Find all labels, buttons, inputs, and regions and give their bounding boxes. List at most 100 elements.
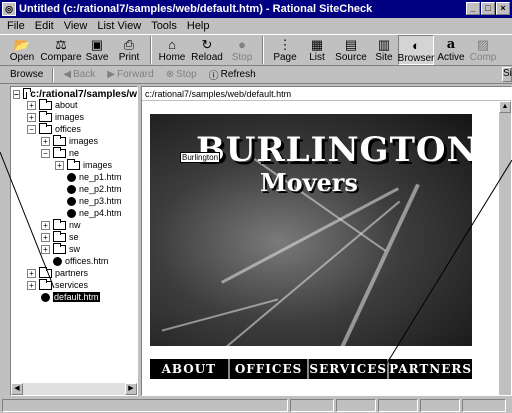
site-button[interactable]: ▥ Site (370, 35, 398, 65)
active-button[interactable]: a Active (434, 35, 468, 65)
tree-item-se[interactable]: + se (41, 230, 79, 243)
home-label: Home (158, 52, 186, 63)
stop-button[interactable]: ● Stop (226, 35, 258, 65)
tree-item-default-htm[interactable]: default.htm (41, 291, 100, 303)
page-label: Page (273, 52, 297, 63)
source-button[interactable]: ▤ Source (332, 35, 370, 65)
tree-item-offices-htm[interactable]: offices.htm (53, 255, 108, 267)
tree-label: ne_p2.htm (79, 184, 122, 194)
reload-label: Reload (191, 52, 223, 63)
reload-button[interactable]: ↻ Reload (188, 35, 226, 65)
tree-item-ne-p3[interactable]: ne_p3.htm (67, 195, 122, 207)
scroll-track[interactable] (23, 383, 125, 395)
tree-item-partners[interactable]: + partners (27, 266, 88, 279)
comp-button[interactable]: ▨ Comp (468, 35, 498, 65)
stop-icon: ⊗ (165, 69, 175, 80)
site-toolbar-cut[interactable]: Sit (502, 67, 512, 82)
folder-icon (53, 242, 66, 254)
scroll-right-icon[interactable]: ▶ (125, 383, 137, 395)
menu-edit[interactable]: Edit (30, 20, 59, 32)
collapse-icon[interactable]: − (27, 124, 36, 134)
site-tree-pane[interactable]: − c:/rational7/samples/w + about + images … (10, 86, 138, 396)
open-button[interactable]: 📂 Open (4, 35, 40, 65)
nav-about-link[interactable]: ABOUT (150, 359, 230, 379)
back-button[interactable]: ◀ Back (57, 69, 101, 80)
source-icon: ▤ (344, 37, 358, 52)
scroll-up-icon[interactable]: ▲ (499, 101, 511, 113)
tree-item-images[interactable]: + images (27, 110, 84, 123)
expand-icon[interactable]: + (41, 220, 50, 230)
menu-view[interactable]: View (59, 20, 93, 32)
collapse-icon[interactable]: − (13, 89, 20, 99)
expand-icon[interactable]: + (27, 268, 36, 278)
tree-item-ne[interactable]: − ne (41, 146, 79, 159)
tree-item-ne-p1[interactable]: ne_p1.htm (67, 171, 122, 183)
expand-icon[interactable]: + (27, 100, 36, 110)
status-cell (462, 399, 506, 412)
alt-text-tooltip: Burlington (180, 152, 221, 163)
tree-label: services (55, 280, 89, 290)
maximize-button[interactable]: □ (481, 2, 495, 15)
page-button[interactable]: ⋮ Page (268, 35, 302, 65)
page-icon (67, 184, 76, 194)
folder-icon (39, 98, 52, 110)
status-cell-main (2, 399, 288, 412)
compare-button[interactable]: ⚖ Compare (40, 35, 82, 65)
forward-button[interactable]: ▶ Forward (101, 69, 159, 80)
browse-stop-label: Stop (176, 69, 197, 80)
browser-button[interactable]: ◐ Browser (398, 35, 434, 65)
browser-pane[interactable]: c:/rational7/samples/web/default.htm BUR… (141, 86, 512, 396)
print-button[interactable]: ⎙ Print (112, 35, 146, 65)
folder-open-icon (22, 87, 31, 99)
status-cell (420, 399, 460, 412)
expand-icon[interactable]: + (41, 136, 50, 146)
tree-item-sw[interactable]: + sw (41, 242, 80, 255)
expand-icon[interactable]: + (27, 280, 36, 290)
folder-open-icon: 📂 (13, 37, 31, 52)
tree-item-offices[interactable]: − offices (27, 122, 81, 135)
menu-list-view[interactable]: List View (92, 20, 146, 32)
save-button[interactable]: ▣ Save (82, 35, 112, 65)
scroll-left-icon[interactable]: ◀ (11, 383, 23, 395)
print-label: Print (118, 52, 140, 63)
nav-services-link[interactable]: SERVICES (309, 359, 390, 379)
tree-item-ne-images[interactable]: + images (55, 158, 112, 171)
status-cell (378, 399, 418, 412)
refresh-button[interactable]: ⓘ Refresh (203, 67, 262, 82)
browse-stop-button[interactable]: ⊗ Stop (160, 69, 203, 80)
tree-label: offices (55, 124, 81, 134)
browse-separator (52, 67, 55, 82)
expand-icon[interactable]: + (55, 160, 64, 170)
menu-tools[interactable]: Tools (146, 20, 182, 32)
browser-vertical-scrollbar[interactable]: ▲ (499, 101, 511, 395)
menu-help[interactable]: Help (182, 20, 215, 32)
close-button[interactable]: × (496, 2, 510, 15)
minimize-button[interactable]: _ (466, 2, 480, 15)
folder-icon (53, 134, 66, 146)
collapse-icon[interactable]: − (41, 148, 50, 158)
expand-icon[interactable]: + (41, 244, 50, 254)
page-icon (53, 256, 62, 266)
list-button[interactable]: ▦ List (302, 35, 332, 65)
page-icon (67, 208, 76, 218)
expand-icon[interactable]: + (41, 232, 50, 242)
menu-file[interactable]: File (2, 20, 30, 32)
home-button[interactable]: ⌂ Home (156, 35, 188, 65)
tree-item-ne-p4[interactable]: ne_p4.htm (67, 207, 122, 219)
nav-offices-link[interactable]: OFFICES (230, 359, 310, 379)
tree-horizontal-scrollbar[interactable]: ◀ ▶ (11, 383, 137, 395)
list-icon: ▦ (310, 37, 324, 52)
expand-icon[interactable]: + (27, 112, 36, 122)
folder-icon (53, 230, 66, 242)
tree-item-nw[interactable]: + nw (41, 218, 81, 231)
toolbar-separator (150, 36, 152, 64)
page-icon (67, 196, 76, 206)
nav-partners-link[interactable]: PARTNERS (389, 359, 472, 379)
tree-item-offices-images[interactable]: + images (41, 134, 99, 147)
window-title: Untitled (c:/rational7/samples/web/defau… (19, 3, 373, 15)
tree-item-services[interactable]: + services (27, 278, 89, 291)
active-label: Active (437, 52, 465, 63)
tree-label: images (69, 136, 99, 146)
tree-item-ne-p2[interactable]: ne_p2.htm (67, 183, 122, 195)
tree-item-about[interactable]: + about (27, 98, 78, 111)
